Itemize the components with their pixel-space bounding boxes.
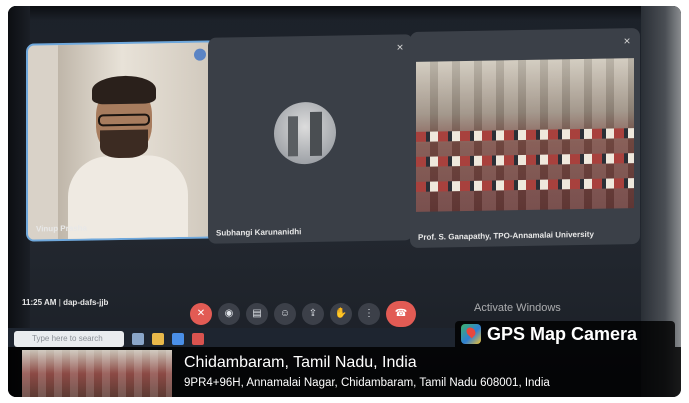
end-call-button[interactable]: ☎: [386, 301, 416, 327]
emoji-icon: ☺: [279, 308, 291, 319]
taskbar-app-icon[interactable]: [152, 333, 164, 345]
monitor-bezel-top: [8, 6, 681, 20]
camera-toggle-button[interactable]: ◉: [218, 303, 240, 325]
taskbar-app-icon[interactable]: [192, 333, 204, 345]
meeting-info: 11:25 AM dap-dafs-jjb: [22, 298, 108, 307]
gps-app-title: GPS Map Camera: [487, 323, 638, 344]
activate-windows-watermark: Activate Windows: [474, 302, 561, 314]
camera-icon: ◉: [224, 308, 234, 319]
gps-city: Chidambaram, Tamil Nadu, India: [184, 354, 417, 371]
person-beard: [100, 129, 148, 159]
taskbar-search-input[interactable]: Type here to search: [14, 331, 124, 347]
present-icon: ⇪: [308, 308, 318, 319]
participant-name-1: Vinup Prasha: [36, 223, 87, 234]
captions-button[interactable]: ▤: [246, 303, 268, 325]
participant-name-3: Prof. S. Ganapathy, TPO-Annamalai Univer…: [418, 229, 594, 242]
meeting-time: 11:25 AM: [22, 298, 57, 307]
meeting-code: dap-dafs-jjb: [59, 298, 109, 307]
participant-tile-2[interactable]: ✕ Subhangi Karunanidhi: [208, 34, 413, 244]
map-thumbnail: [22, 350, 172, 397]
mic-off-icon: ✕: [196, 308, 206, 319]
taskbar-app-icon[interactable]: [132, 333, 144, 345]
person-glasses: [98, 113, 150, 127]
participant-tile-1[interactable]: Vinup Prasha: [26, 40, 216, 242]
end-call-icon: ☎: [394, 308, 408, 319]
meeting-controls: ✕ ◉ ▤ ☺ ⇪ ✋ ⋮ ☎: [190, 299, 416, 329]
mic-off-icon: ✕: [623, 36, 631, 47]
mic-off-icon: ✕: [396, 42, 404, 53]
temple-tower-shape: [288, 116, 298, 157]
present-button[interactable]: ⇪: [302, 303, 324, 325]
reactions-button[interactable]: ☺: [274, 303, 296, 325]
avatar: [274, 101, 336, 165]
gps-app-badge: GPS Map Camera: [455, 321, 675, 347]
photo-frame: Vinup Prasha ✕ Subhangi Karunanidhi ✕ Pr…: [8, 6, 681, 397]
participant-name-2: Subhangi Karunanidhi: [216, 227, 302, 238]
mic-toggle-button[interactable]: ✕: [190, 303, 212, 325]
seat-row: [416, 178, 634, 192]
raise-hand-icon: ✋: [334, 308, 348, 319]
temple-tower-shape: [310, 111, 322, 157]
seat-row: [416, 153, 634, 167]
participant-tile-3[interactable]: ✕ Prof. S. Ganapathy, TPO-Annamalai Univ…: [410, 27, 640, 249]
raise-hand-button[interactable]: ✋: [330, 303, 352, 325]
captions-icon: ▤: [252, 308, 262, 319]
taskbar-app-icon[interactable]: [172, 333, 184, 345]
more-options-icon: ⋮: [364, 308, 374, 319]
classroom-video: [416, 58, 634, 212]
gps-map-camera-logo-icon: [461, 324, 481, 344]
more-options-button[interactable]: ⋮: [358, 303, 380, 325]
person-hair: [92, 75, 156, 105]
seat-row: [416, 128, 634, 142]
gps-address: 9PR4+96H, Annamalai Nagar, Chidambaram, …: [184, 377, 550, 389]
